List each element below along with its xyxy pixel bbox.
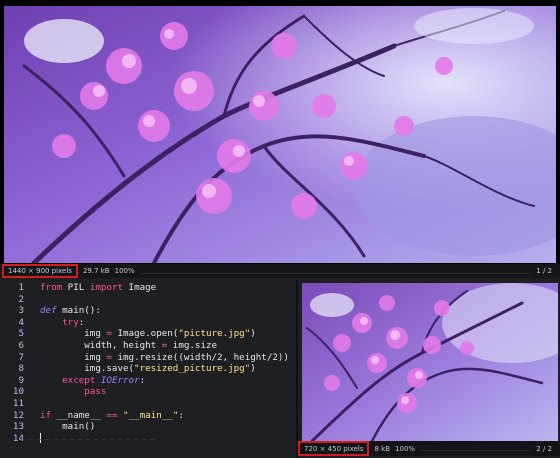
viewer-status-bar-bottom: 720 × 450 pixels 8 kB 100% 2 / 2 <box>296 441 560 456</box>
code-text: main() <box>40 421 96 433</box>
pane-divider[interactable] <box>296 280 298 458</box>
code-line[interactable]: 1 from PIL import Image <box>0 282 296 294</box>
file-size: 8 kB <box>374 444 391 453</box>
code-text: except IOError: <box>62 374 146 386</box>
code-line[interactable]: 2 <box>0 294 296 306</box>
viewer-status-bar-top: 1440 × 900 pixels 29.7 kB 100% 1 / 2 <box>0 264 560 278</box>
line-number: 9 <box>18 374 24 386</box>
file-size: 29.7 kB <box>82 267 110 275</box>
page-indicator: 2 / 2 <box>536 444 552 453</box>
line-number: 1 <box>18 282 24 293</box>
code-line[interactable]: 4 try: <box>0 317 296 329</box>
code-editor[interactable]: 1 from PIL import Image 2 3 def main(): 4 try… <box>0 280 296 458</box>
line-number: 8 <box>18 363 24 375</box>
code-text: if __name__ == "__main__": <box>40 409 184 421</box>
code-text: def main(): <box>40 305 101 317</box>
code-text: from PIL import Image <box>40 282 157 293</box>
line-number: 3 <box>18 305 24 317</box>
line-number: 10 <box>12 386 24 398</box>
code-line[interactable]: 3 def main(): <box>0 305 296 317</box>
code-line[interactable]: 9 except IOError: <box>0 375 296 387</box>
image-dimensions-highlighted: 1440 × 900 pixels <box>2 264 78 278</box>
code-line[interactable]: 7 img = img.resize((width/2, height/2)) <box>0 352 296 364</box>
code-line[interactable]: 10 pass <box>0 386 296 398</box>
code-line[interactable]: 12 if __name__ == "__main__": <box>0 410 296 422</box>
image-viewer-top <box>0 0 560 278</box>
code-line[interactable]: 5 img = Image.open("picture.jpg") <box>0 328 296 340</box>
line-number: 12 <box>12 409 24 421</box>
line-number: 5 <box>18 328 24 340</box>
status-separator <box>140 272 531 274</box>
code-text: img.save("resized_picture.jpg") <box>40 363 256 375</box>
code-text: pass <box>84 386 107 398</box>
line-number: 7 <box>18 351 24 363</box>
code-text: width, height = img.size <box>40 340 218 351</box>
line-number: 6 <box>18 340 24 351</box>
page-indicator: 1 / 2 <box>536 267 552 275</box>
code-text: img = Image.open("picture.jpg") <box>40 328 256 340</box>
line-number: 4 <box>18 316 24 328</box>
blossom-photo-large <box>4 6 556 263</box>
code-text: try: <box>62 316 85 328</box>
code-line[interactable]: 13 main() <box>0 421 296 433</box>
status-separator <box>421 450 531 451</box>
code-line[interactable]: 6 width, height = img.size <box>0 340 296 352</box>
code-line[interactable]: 11 <box>0 398 296 410</box>
image-dimensions-highlighted: 720 × 450 pixels <box>298 441 370 456</box>
line-number: 11 <box>12 398 24 409</box>
code-line[interactable]: 8 img.save("resized_picture.jpg") <box>0 363 296 375</box>
line-number: 2 <box>18 293 24 305</box>
code-text: img = img.resize((width/2, height/2)) <box>40 351 289 363</box>
zoom-level: 100% <box>114 267 135 275</box>
zoom-level: 100% <box>395 444 416 453</box>
blossom-photo-resized <box>302 283 558 441</box>
line-number: 13 <box>12 421 24 433</box>
editor-status-line: ~ ~ ~ ~ ~ ~ ~ ~ ~ ~ ~ ~ ~ ~ ~ ~ ~ <box>20 436 156 444</box>
